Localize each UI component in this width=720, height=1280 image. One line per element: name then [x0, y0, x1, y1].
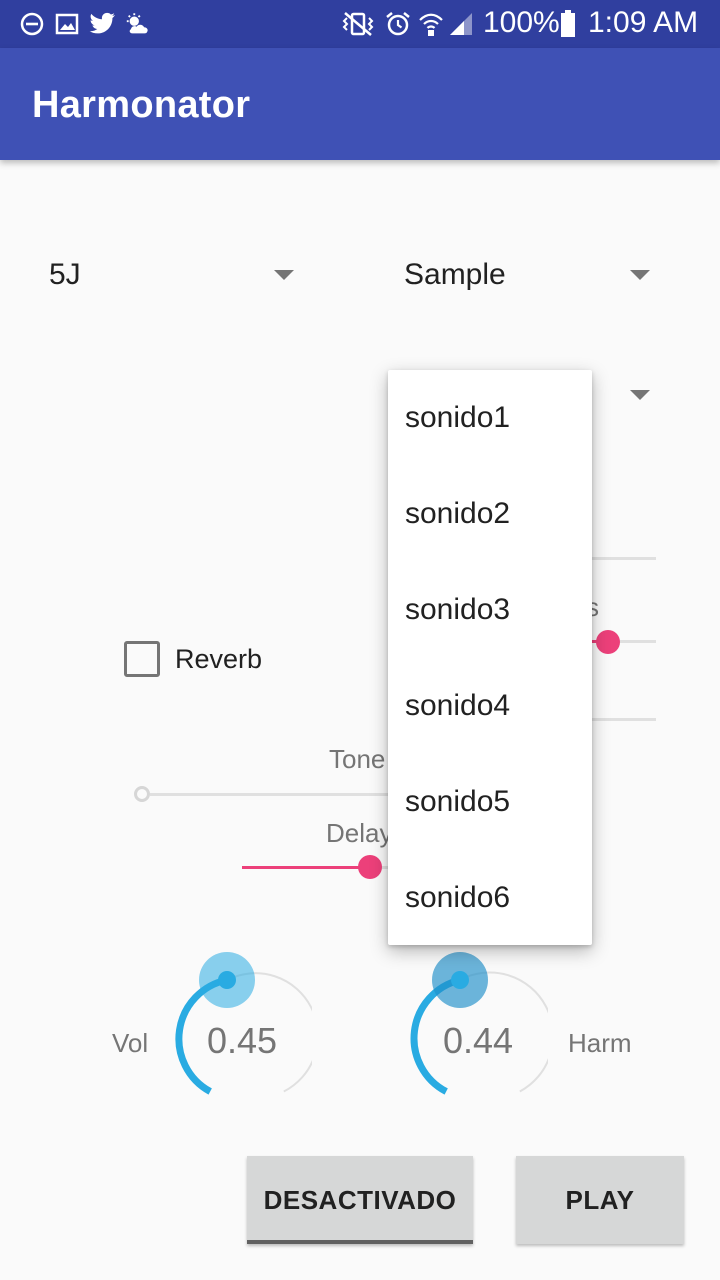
- key-spinner[interactable]: 5J: [36, 240, 306, 312]
- desactivado-underline: [247, 1240, 473, 1244]
- key-spinner-value: 5J: [49, 258, 81, 291]
- dropdown-item-sonido2[interactable]: sonido2: [388, 466, 592, 562]
- dropdown-item-sonido3[interactable]: sonido3: [388, 562, 592, 658]
- app-title: Harmonator: [32, 84, 251, 126]
- delay-label: Delay: [326, 818, 393, 848]
- signal-icon: [447, 10, 475, 38]
- sound-spinner[interactable]: [592, 370, 662, 420]
- play-button[interactable]: PLAY: [516, 1156, 684, 1244]
- chevron-down-icon: [630, 270, 650, 280]
- app-bar: Harmonator: [0, 48, 720, 160]
- dropdown-item-sonido1[interactable]: sonido1: [388, 370, 592, 466]
- vol-label: Vol: [112, 1028, 149, 1058]
- dropdown-item-sonido6[interactable]: sonido6: [388, 850, 592, 946]
- tone-slider-track[interactable]: [150, 793, 388, 796]
- vol-knob[interactable]: 0.45: [172, 950, 319, 1120]
- right-slider-thumb[interactable]: [596, 630, 620, 654]
- chevron-down-icon: [630, 390, 650, 400]
- battery-icon: [559, 10, 577, 38]
- sound-dropdown-menu: sonido1 sonido2 sonido3 sonido4 sonido5 …: [388, 370, 592, 945]
- harm-label: Harm: [568, 1028, 632, 1058]
- chevron-down-icon: [274, 270, 294, 280]
- source-spinner[interactable]: Sample: [392, 240, 662, 312]
- dropdown-item-sonido5[interactable]: sonido5: [388, 754, 592, 850]
- harm-value: 0.44: [442, 1020, 514, 1061]
- desactivado-button[interactable]: DESACTIVADO: [247, 1156, 473, 1244]
- image-icon: [53, 10, 81, 38]
- wifi-icon: [417, 10, 445, 38]
- harm-knob[interactable]: 0.44: [408, 950, 555, 1120]
- tone-slider-thumb[interactable]: [134, 786, 150, 802]
- vibrate-mute-icon: [341, 10, 375, 38]
- divider-line: [592, 718, 656, 721]
- delay-slider-fill: [242, 866, 370, 869]
- partly-cloudy-icon: [124, 10, 152, 38]
- tone-label: Tone: [329, 744, 386, 774]
- divider-line: [592, 557, 656, 560]
- reverb-label: Reverb: [175, 644, 263, 674]
- twitter-icon: [88, 10, 116, 38]
- clock: 1:09 AM: [588, 6, 699, 39]
- reverb-checkbox[interactable]: [124, 641, 160, 677]
- battery-percent: 100%: [483, 6, 560, 39]
- status-bar: 100% 1:09 AM: [0, 0, 720, 48]
- delay-slider-thumb[interactable]: [358, 855, 382, 879]
- dropdown-item-sonido4[interactable]: sonido4: [388, 658, 592, 754]
- source-spinner-value: Sample: [404, 258, 506, 291]
- vol-value: 0.45: [206, 1020, 278, 1061]
- alarm-icon: [384, 10, 412, 38]
- do-not-disturb-icon: [18, 10, 46, 38]
